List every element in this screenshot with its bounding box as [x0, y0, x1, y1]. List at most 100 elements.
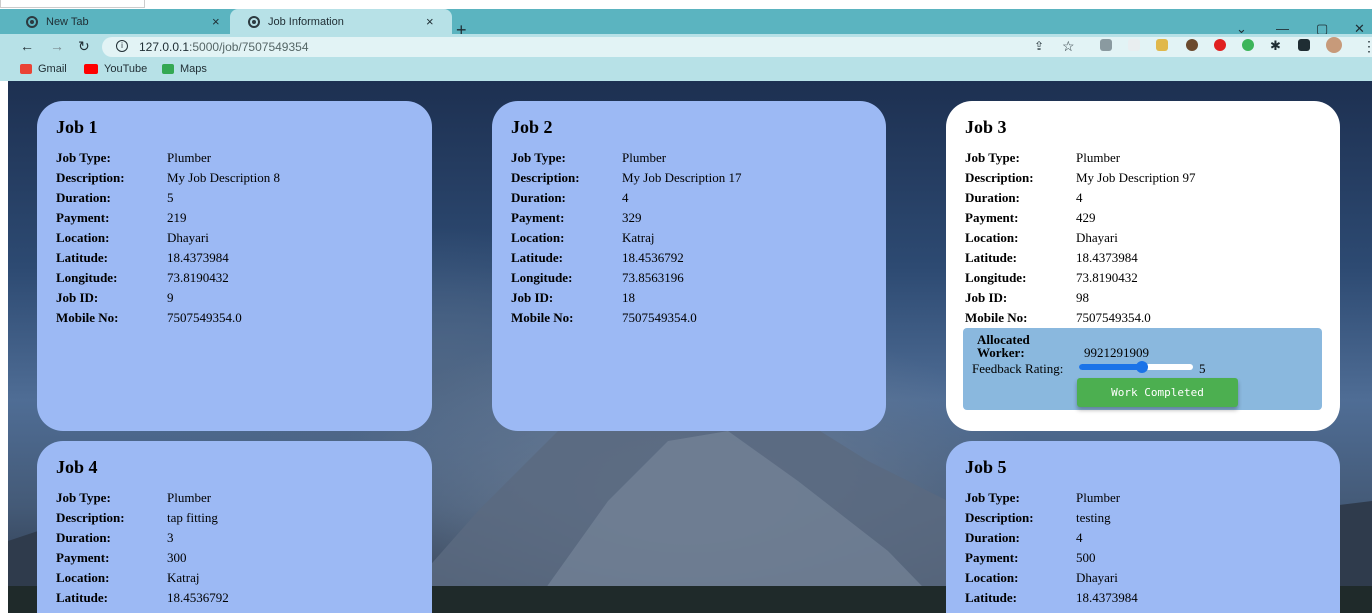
location-row: Location: Katraj: [56, 570, 432, 590]
longitude-label: Longitude:: [965, 270, 1027, 285]
address-bar[interactable]: i 127.0.0.1:5000/job/7507549354: [102, 37, 1372, 57]
job-id-value: 9: [167, 290, 174, 305]
tab-label: New Tab: [46, 15, 89, 28]
latitude-value: 18.4536792: [167, 590, 229, 605]
job-type-label: Job Type:: [56, 150, 111, 165]
reload-icon[interactable]: ↻: [78, 39, 90, 53]
description-label: Description:: [56, 170, 125, 185]
work-completed-button[interactable]: Work Completed: [1077, 378, 1238, 407]
description-value: My Job Description 97: [1076, 170, 1196, 185]
slider-fill: [1079, 364, 1142, 370]
location-label: Location:: [56, 230, 110, 245]
tab-new-tab[interactable]: New Tab ×: [8, 9, 230, 34]
latitude-value: 18.4536792: [622, 250, 684, 265]
bookmark-gmail[interactable]: Gmail: [20, 63, 67, 75]
info-icon[interactable]: i: [116, 40, 128, 52]
job-type-label: Job Type:: [965, 150, 1020, 165]
job-card-5[interactable]: Job 5 Job Type: Plumber Description: testi…: [946, 441, 1340, 613]
extension-icon[interactable]: [1128, 39, 1140, 51]
location-label: Location:: [965, 230, 1019, 245]
job-id-row: Job ID: 18: [511, 290, 886, 310]
url-text: 127.0.0.1:5000/job/7507549354: [139, 40, 309, 54]
job-id-label: Job ID:: [511, 290, 554, 305]
description-value: testing: [1076, 510, 1111, 525]
feedback-rating-slider[interactable]: [1079, 361, 1193, 373]
latitude-label: Latitude:: [56, 250, 108, 265]
slider-thumb[interactable]: [1135, 361, 1148, 373]
description-label: Description:: [56, 510, 125, 525]
job-id-label: Job ID:: [965, 290, 1008, 305]
description-value: My Job Description 17: [622, 170, 742, 185]
job-title: Job 5: [965, 457, 1007, 477]
job-title: Job 2: [511, 117, 553, 137]
job-card-1[interactable]: Job 1 Job Type: Plumber Description: My Jo…: [37, 101, 432, 431]
close-tab-icon[interactable]: ×: [426, 14, 434, 29]
latitude-label: Latitude:: [965, 590, 1017, 605]
job-card-2[interactable]: Job 2 Job Type: Plumber Description: My Jo…: [492, 101, 886, 431]
location-label: Location:: [965, 570, 1019, 585]
mobile-row: Mobile No: 7507549354.0: [965, 310, 1340, 330]
duration-value: 4: [1076, 530, 1083, 545]
mobile-label: Mobile No:: [965, 310, 1028, 325]
longitude-value: 73.8190432: [1076, 270, 1138, 285]
payment-label: Payment:: [56, 550, 110, 565]
back-icon[interactable]: ←: [20, 39, 34, 53]
duration-row: Duration: 4: [965, 530, 1340, 550]
allocation-panel: Allocated Worker: 9921291909 Feedback Ra…: [963, 328, 1322, 410]
tab-label: Job Information: [268, 15, 344, 28]
payment-label: Payment:: [965, 550, 1019, 565]
duration-row: Duration: 3: [56, 530, 432, 550]
share-icon[interactable]: ⇪: [1034, 39, 1044, 53]
tab-job-information[interactable]: Job Information ×: [230, 9, 452, 34]
extension-icon[interactable]: [1242, 39, 1254, 51]
duration-label: Duration:: [56, 190, 111, 205]
puzzle-icon[interactable]: ✱: [1270, 39, 1281, 53]
bookmark-label: Gmail: [38, 63, 67, 75]
longitude-value: 73.8190432: [167, 270, 229, 285]
mobile-value: 7507549354.0: [622, 310, 697, 325]
payment-value: 329: [622, 210, 642, 225]
location-row: Location: Dhayari: [56, 230, 432, 250]
camera-extension-icon[interactable]: [1100, 39, 1112, 51]
forward-icon[interactable]: →: [50, 39, 64, 53]
top-strip: [0, 0, 145, 8]
location-value: Katraj: [167, 570, 200, 585]
job-id-row: Job ID: 98: [965, 290, 1340, 310]
job-card-4[interactable]: Job 4 Job Type: Plumber Description: tap f…: [37, 441, 432, 613]
bookmark-maps[interactable]: Maps: [162, 63, 207, 75]
payment-row: Payment: 300: [56, 550, 432, 570]
extension-icon[interactable]: [1186, 39, 1198, 51]
job-type-label: Job Type:: [56, 490, 111, 505]
duration-value: 4: [622, 190, 629, 205]
mobile-label: Mobile No:: [56, 310, 119, 325]
job-type-value: Plumber: [1076, 490, 1121, 505]
close-tab-icon[interactable]: ×: [212, 14, 220, 29]
tab-bar: New Tab × Job Information × + ⌄ — ▢ ✕: [0, 9, 1372, 39]
avatar[interactable]: [1326, 37, 1342, 53]
bookmark-label: YouTube: [104, 63, 148, 75]
chrome-icon: [26, 15, 38, 28]
description-row: Description: My Job Description 17: [511, 170, 886, 190]
payment-row: Payment: 219: [56, 210, 432, 230]
latitude-row: Latitude: 18.4536792: [56, 590, 432, 610]
side-panel-icon[interactable]: [1298, 39, 1310, 51]
job-card-3[interactable]: Job 3 Job Type: Plumber Description: My Jo…: [946, 101, 1340, 431]
job-id-value: 18: [622, 290, 635, 305]
longitude-row: Longitude: 73.8190432: [56, 270, 432, 290]
mobile-row: Mobile No: 7507549354.0: [56, 310, 432, 330]
mobile-row: Mobile No: 7507549354.0: [511, 310, 886, 330]
job-title: Job 1: [56, 117, 98, 137]
payment-label: Payment:: [511, 210, 565, 225]
opera-extension-icon[interactable]: [1214, 39, 1226, 51]
latitude-label: Latitude:: [511, 250, 563, 265]
latitude-row: Latitude: 18.4536792: [511, 250, 886, 270]
job-type-value: Plumber: [1076, 150, 1121, 165]
latitude-row: Latitude: 18.4373984: [56, 250, 432, 270]
menu-icon[interactable]: ⋮: [1362, 39, 1372, 53]
bookmark-youtube[interactable]: YouTube: [84, 63, 147, 75]
job-id-value: 98: [1076, 290, 1089, 305]
duration-label: Duration:: [56, 530, 111, 545]
extension-icon[interactable]: [1156, 39, 1168, 51]
star-icon[interactable]: ☆: [1062, 39, 1075, 53]
latitude-row: Latitude: 18.4373984: [965, 590, 1340, 610]
